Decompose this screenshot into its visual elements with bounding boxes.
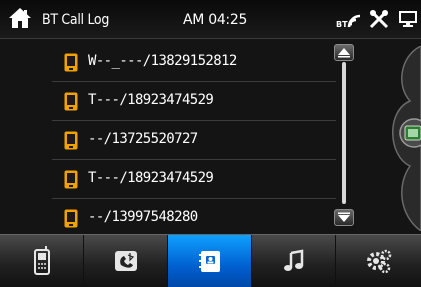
phone-icon (64, 170, 78, 189)
scrollbar-track[interactable] (342, 62, 346, 204)
call-number: T---/18923474529 (88, 92, 214, 108)
bluetooth-signal-icon: BT (336, 9, 364, 33)
scroll-up-button[interactable] (334, 44, 354, 61)
settings-icon (366, 249, 391, 274)
music-icon (283, 249, 303, 271)
phone-icon (64, 209, 78, 228)
phone-icon (64, 131, 78, 150)
tab-bluetooth-phone[interactable] (84, 235, 168, 287)
bottom-nav (0, 234, 421, 287)
phone-icon (64, 92, 78, 111)
side-dial-control[interactable] (380, 45, 421, 232)
settings-tools-icon[interactable] (368, 8, 390, 34)
scroll-down-button[interactable] (334, 209, 354, 226)
status-bar: BT Call Log AM 04:25 BT (0, 0, 421, 39)
list-item[interactable]: T---/18923474529 (52, 82, 336, 121)
list-item[interactable]: --/13997548280 (52, 199, 336, 238)
tab-music[interactable] (252, 235, 336, 287)
phone-icon (64, 53, 78, 72)
list-item[interactable]: T---/18923474529 (52, 160, 336, 199)
home-icon[interactable] (8, 7, 32, 29)
clock: AM 04:25 (183, 12, 248, 28)
call-log-list: W--_---/13829152812 T---/18923474529 --/… (0, 39, 340, 238)
svg-text:BT: BT (336, 20, 348, 29)
call-log-icon (198, 251, 220, 272)
list-item[interactable]: --/13725520727 (52, 121, 336, 160)
call-number: T---/18923474529 (88, 170, 214, 186)
call-number: --/13997548280 (88, 209, 198, 225)
scroll-down-icon (338, 212, 350, 222)
bluetooth-phone-icon (114, 251, 137, 271)
tab-call-log[interactable] (168, 235, 252, 287)
call-number: --/13725520727 (88, 131, 198, 147)
tab-settings[interactable] (336, 235, 421, 287)
tab-phone[interactable] (0, 235, 84, 287)
phone-icon (33, 246, 50, 275)
display-icon[interactable] (398, 10, 418, 32)
scroll-up-icon (338, 48, 350, 58)
list-item[interactable]: W--_---/13829152812 (52, 43, 336, 82)
page-title: BT Call Log (42, 12, 110, 28)
call-number: W--_---/13829152812 (88, 53, 237, 69)
